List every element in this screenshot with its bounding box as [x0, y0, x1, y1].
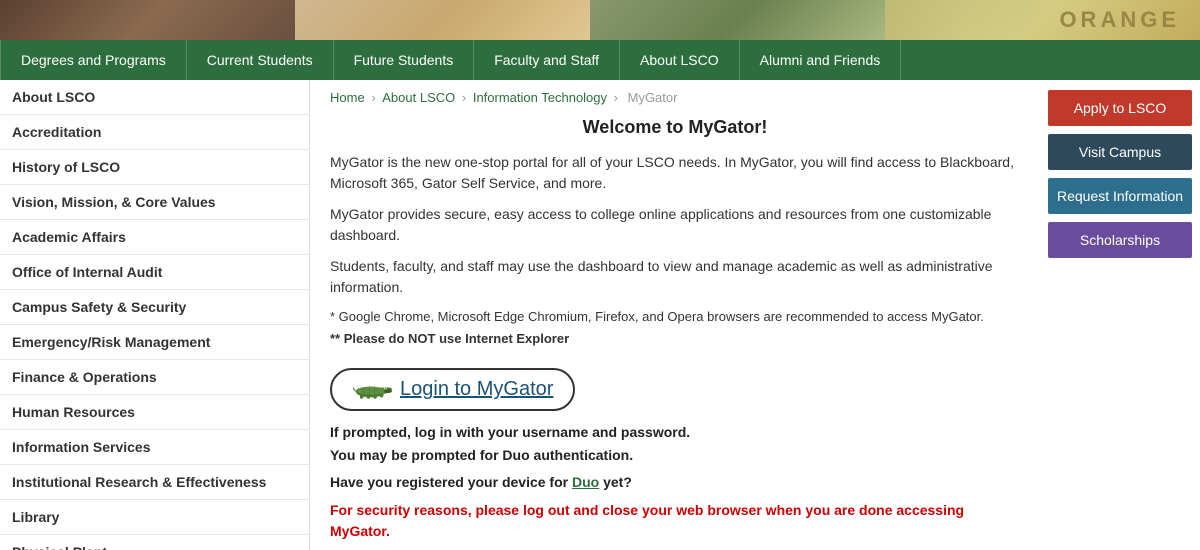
breadcrumb-home[interactable]: Home	[330, 90, 365, 105]
scholarships-button[interactable]: Scholarships	[1048, 222, 1192, 258]
header-img-3	[590, 0, 885, 40]
sidebar-item-human-resources[interactable]: Human Resources	[0, 395, 309, 430]
login-text: Login to MyGator	[400, 378, 553, 401]
sidebar-item-about-lsco[interactable]: About LSCO	[0, 80, 309, 115]
sidebar-item-emergency-risk[interactable]: Emergency/Risk Management	[0, 325, 309, 360]
sidebar-item-internal-audit[interactable]: Office of Internal Audit	[0, 255, 309, 290]
sidebar-item-library[interactable]: Library	[0, 500, 309, 535]
breadcrumb-about-lsco[interactable]: About LSCO	[382, 90, 455, 105]
content-para-3: Students, faculty, and staff may use the…	[330, 256, 1020, 298]
breadcrumb-sep-1: ›	[371, 90, 379, 105]
nav-faculty-staff[interactable]: Faculty and Staff	[474, 40, 620, 80]
login-link-container[interactable]: Login to MyGator	[330, 368, 575, 411]
sidebar-item-institutional-research[interactable]: Institutional Research & Effectiveness	[0, 465, 309, 500]
breadcrumb-current: MyGator	[628, 90, 678, 105]
duo-question-post: yet?	[599, 474, 632, 490]
sidebar-item-info-services[interactable]: Information Services	[0, 430, 309, 465]
main-layout: About LSCO Accreditation History of LSCO…	[0, 80, 1200, 550]
header-img-1	[0, 0, 295, 40]
nav-degrees[interactable]: Degrees and Programs	[0, 40, 187, 80]
apply-button[interactable]: Apply to LSCO	[1048, 90, 1192, 126]
top-nav: Degrees and Programs Current Students Fu…	[0, 40, 1200, 80]
content-para-1: MyGator is the new one-stop portal for a…	[330, 152, 1020, 194]
nav-alumni[interactable]: Alumni and Friends	[740, 40, 902, 80]
orange-text: ORANGE	[1059, 7, 1180, 33]
sidebar-item-finance-ops[interactable]: Finance & Operations	[0, 360, 309, 395]
header-img-2	[295, 0, 590, 40]
sidebar-item-history[interactable]: History of LSCO	[0, 150, 309, 185]
request-info-button[interactable]: Request Information	[1048, 178, 1192, 214]
sidebar-item-accreditation[interactable]: Accreditation	[0, 115, 309, 150]
page-title: Welcome to MyGator!	[330, 117, 1020, 138]
header-image-strip: ORANGE	[0, 0, 1200, 40]
right-sidebar: Apply to LSCO Visit Campus Request Infor…	[1040, 80, 1200, 550]
duo-link[interactable]: Duo	[572, 474, 599, 490]
sidebar-item-physical-plant[interactable]: Physical Plant	[0, 535, 309, 550]
sidebar-item-academic-affairs[interactable]: Academic Affairs	[0, 220, 309, 255]
breadcrumb-info-tech[interactable]: Information Technology	[473, 90, 607, 105]
main-content: Home › About LSCO › Information Technolo…	[310, 80, 1040, 550]
duo-question-pre: Have you registered your device for	[330, 474, 572, 490]
sidebar: About LSCO Accreditation History of LSCO…	[0, 80, 310, 550]
browser-note: * Google Chrome, Microsoft Edge Chromium…	[330, 308, 1020, 326]
nav-current-students[interactable]: Current Students	[187, 40, 334, 80]
sidebar-item-vision[interactable]: Vision, Mission, & Core Values	[0, 185, 309, 220]
security-warning: For security reasons, please log out and…	[330, 500, 1020, 542]
breadcrumb-sep-2: ›	[462, 90, 470, 105]
login-prompt: If prompted, log in with your username a…	[330, 421, 1020, 466]
content-para-2: MyGator provides secure, easy access to …	[330, 204, 1020, 246]
ie-warning: ** Please do NOT use Internet Explorer	[330, 330, 1020, 348]
visit-campus-button[interactable]: Visit Campus	[1048, 134, 1192, 170]
breadcrumb: Home › About LSCO › Information Technolo…	[330, 90, 1020, 105]
gator-icon	[352, 379, 392, 401]
nav-future-students[interactable]: Future Students	[334, 40, 475, 80]
breadcrumb-sep-3: ›	[614, 90, 622, 105]
sidebar-item-campus-safety[interactable]: Campus Safety & Security	[0, 290, 309, 325]
duo-question: Have you registered your device for Duo …	[330, 474, 1020, 490]
header-img-4: ORANGE	[885, 0, 1200, 40]
login-link[interactable]: Login to MyGator	[352, 378, 553, 401]
nav-about-lsco[interactable]: About LSCO	[620, 40, 740, 80]
